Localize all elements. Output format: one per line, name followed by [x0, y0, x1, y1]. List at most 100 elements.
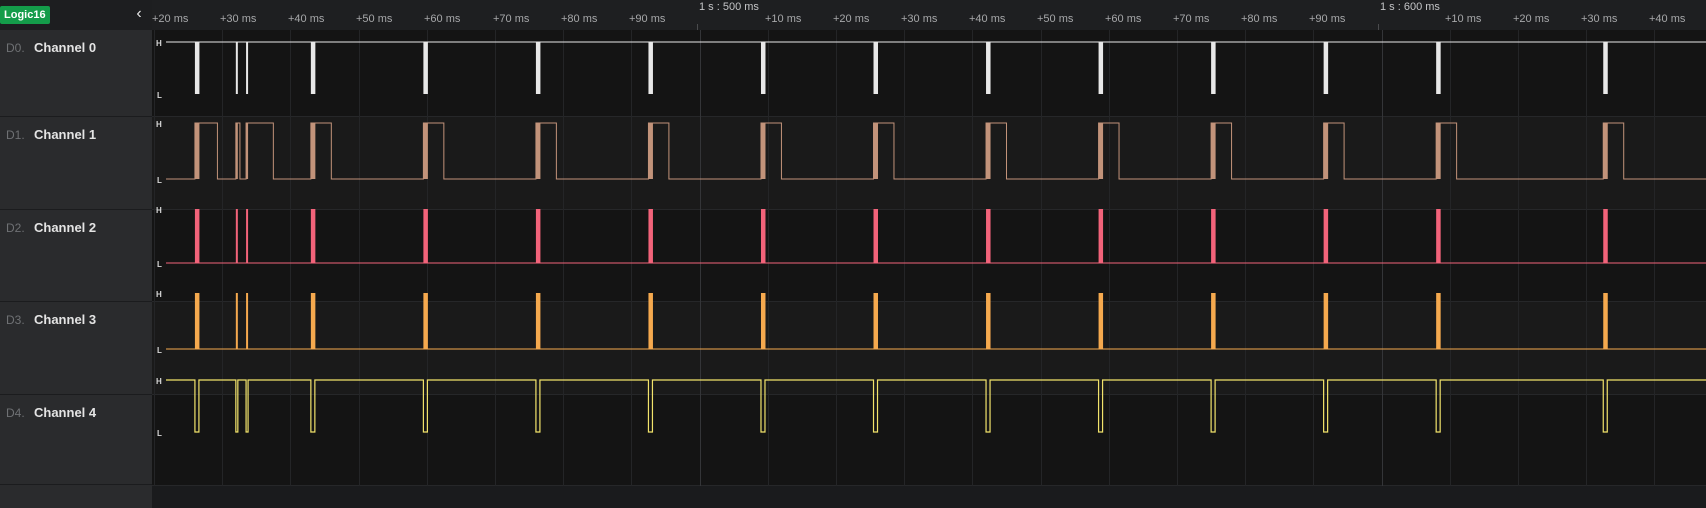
channel-index: D1. — [6, 128, 25, 142]
channel-2-pulse — [246, 209, 249, 263]
channel-2-pulse — [760, 209, 766, 263]
ruler-tick-label: +40 ms — [969, 13, 1006, 25]
channel-lane-0 — [152, 30, 1706, 117]
channel-name[interactable]: Channel 0 — [34, 40, 96, 55]
level-high-label: H — [156, 39, 162, 48]
channel-index: D2. — [6, 221, 25, 235]
channel-2-pulse — [235, 209, 238, 263]
channel-row-1[interactable]: D1. Channel 1 — [0, 117, 152, 210]
channel-0-pulse — [194, 42, 200, 94]
channel-2-pulse — [310, 209, 316, 263]
channel-2-pulse — [1603, 209, 1608, 263]
channel-1-pulse — [986, 123, 991, 179]
level-low-label: L — [157, 176, 162, 185]
channel-0-pulse — [1603, 42, 1608, 94]
level-low-label: L — [157, 346, 162, 355]
channel-1-pulse — [648, 123, 653, 179]
channel-lane-2 — [152, 210, 1706, 302]
channel-1-pulse — [1211, 123, 1216, 179]
channel-0-pulse — [760, 42, 766, 94]
channel-3-pulse — [1211, 293, 1216, 349]
logic-analyzer-window: Logic16 ‹ D0. Channel 0 D1. Channel 1 D2… — [0, 0, 1706, 508]
level-high-label: H — [156, 120, 162, 129]
channel-0-pulse — [246, 42, 249, 94]
level-high-label: H — [156, 206, 162, 215]
ruler-tick-label: +90 ms — [629, 13, 666, 25]
channel-name[interactable]: Channel 4 — [34, 405, 96, 420]
channel-1-pulse — [310, 123, 316, 179]
channel-row-4[interactable]: D4. Channel 4 — [0, 395, 152, 485]
ruler-tick-label: +30 ms — [1581, 13, 1618, 25]
channel-row-0[interactable]: D0. Channel 0 — [0, 30, 152, 117]
major-time-label: 1 s : 500 ms — [699, 1, 759, 13]
channel-3-pulse — [246, 293, 249, 349]
channel-3-pulse — [1603, 293, 1608, 349]
ruler-tick-label: +70 ms — [1173, 13, 1210, 25]
ruler-tick-label: +70 ms — [493, 13, 530, 25]
channel-index: D3. — [6, 313, 25, 327]
channel-name[interactable]: Channel 3 — [34, 312, 96, 327]
channel-0-pulse — [873, 42, 879, 94]
ruler-tick-label: +20 ms — [152, 13, 189, 25]
channel-0-pulse — [1436, 42, 1441, 94]
channel-2-pulse — [535, 209, 541, 263]
channel-2-pulse — [1098, 209, 1104, 263]
channel-1-pulse — [1098, 123, 1104, 179]
channel-1-pulse — [235, 123, 238, 179]
channel-row-2[interactable]: D2. Channel 2 — [0, 210, 152, 302]
timeline-scroll-strip[interactable] — [152, 486, 1706, 508]
channel-2-pulse — [1323, 209, 1329, 263]
channel-3-pulse — [235, 293, 238, 349]
channel-index: D0. — [6, 41, 25, 55]
channel-0-pulse — [986, 42, 991, 94]
channel-0-pulse — [1323, 42, 1329, 94]
channel-0-pulse — [1211, 42, 1216, 94]
level-low-label: L — [157, 260, 162, 269]
ruler-tick-label: +50 ms — [1037, 13, 1074, 25]
channel-name[interactable]: Channel 2 — [34, 220, 96, 235]
level-high-label: H — [156, 377, 162, 386]
ruler-tick-label: +20 ms — [1513, 13, 1550, 25]
channel-2-pulse — [423, 209, 428, 263]
channel-0-pulse — [535, 42, 541, 94]
sidebar-header: Logic16 ‹ — [0, 0, 152, 31]
channel-1-pulse — [1323, 123, 1329, 179]
ruler-tick-label: +40 ms — [1649, 13, 1686, 25]
channel-lane-1 — [152, 117, 1706, 210]
channel-2-pulse — [648, 209, 653, 263]
ruler-tick-label: +40 ms — [288, 13, 325, 25]
chevron-left-icon[interactable]: ‹ — [130, 5, 148, 23]
channel-1-pulse — [873, 123, 879, 179]
channel-3-pulse — [1323, 293, 1329, 349]
channel-2-pulse — [1436, 209, 1441, 263]
channel-3-pulse — [873, 293, 879, 349]
waveform-background — [152, 30, 1706, 486]
channel-3-pulse — [423, 293, 428, 349]
level-low-label: L — [157, 429, 162, 438]
channel-3-pulse — [1098, 293, 1104, 349]
channel-3-pulse — [648, 293, 653, 349]
channel-1-pulse — [760, 123, 766, 179]
channel-0-pulse — [1098, 42, 1104, 94]
channel-3-pulse — [310, 293, 316, 349]
channel-index: D4. — [6, 406, 25, 420]
channel-3-pulse — [986, 293, 991, 349]
channel-3-pulse — [1436, 293, 1441, 349]
ruler-tick-label: +60 ms — [424, 13, 461, 25]
channel-row-3[interactable]: D3. Channel 3 — [0, 302, 152, 395]
channel-2-pulse — [986, 209, 991, 263]
channel-name[interactable]: Channel 1 — [34, 127, 96, 142]
major-time-label: 1 s : 600 ms — [1380, 1, 1440, 13]
time-ruler[interactable]: 1 s : 500 ms 1 s : 600 ms +20 ms +30 ms … — [152, 0, 1706, 30]
channel-1-pulse — [535, 123, 541, 179]
ruler-tick-label: +10 ms — [1445, 13, 1482, 25]
channel-0-pulse — [310, 42, 316, 94]
channel-2-pulse — [873, 209, 879, 263]
channel-1-pulse — [194, 123, 200, 179]
channel-sidebar: Logic16 ‹ D0. Channel 0 D1. Channel 1 D2… — [0, 0, 152, 508]
ruler-tick-label: +30 ms — [901, 13, 938, 25]
ruler-tick-label: +50 ms — [356, 13, 393, 25]
waveform-area[interactable]: H L H L H L H L H L — [152, 30, 1706, 486]
device-badge[interactable]: Logic16 — [0, 6, 50, 24]
ruler-tick-label: +10 ms — [765, 13, 802, 25]
